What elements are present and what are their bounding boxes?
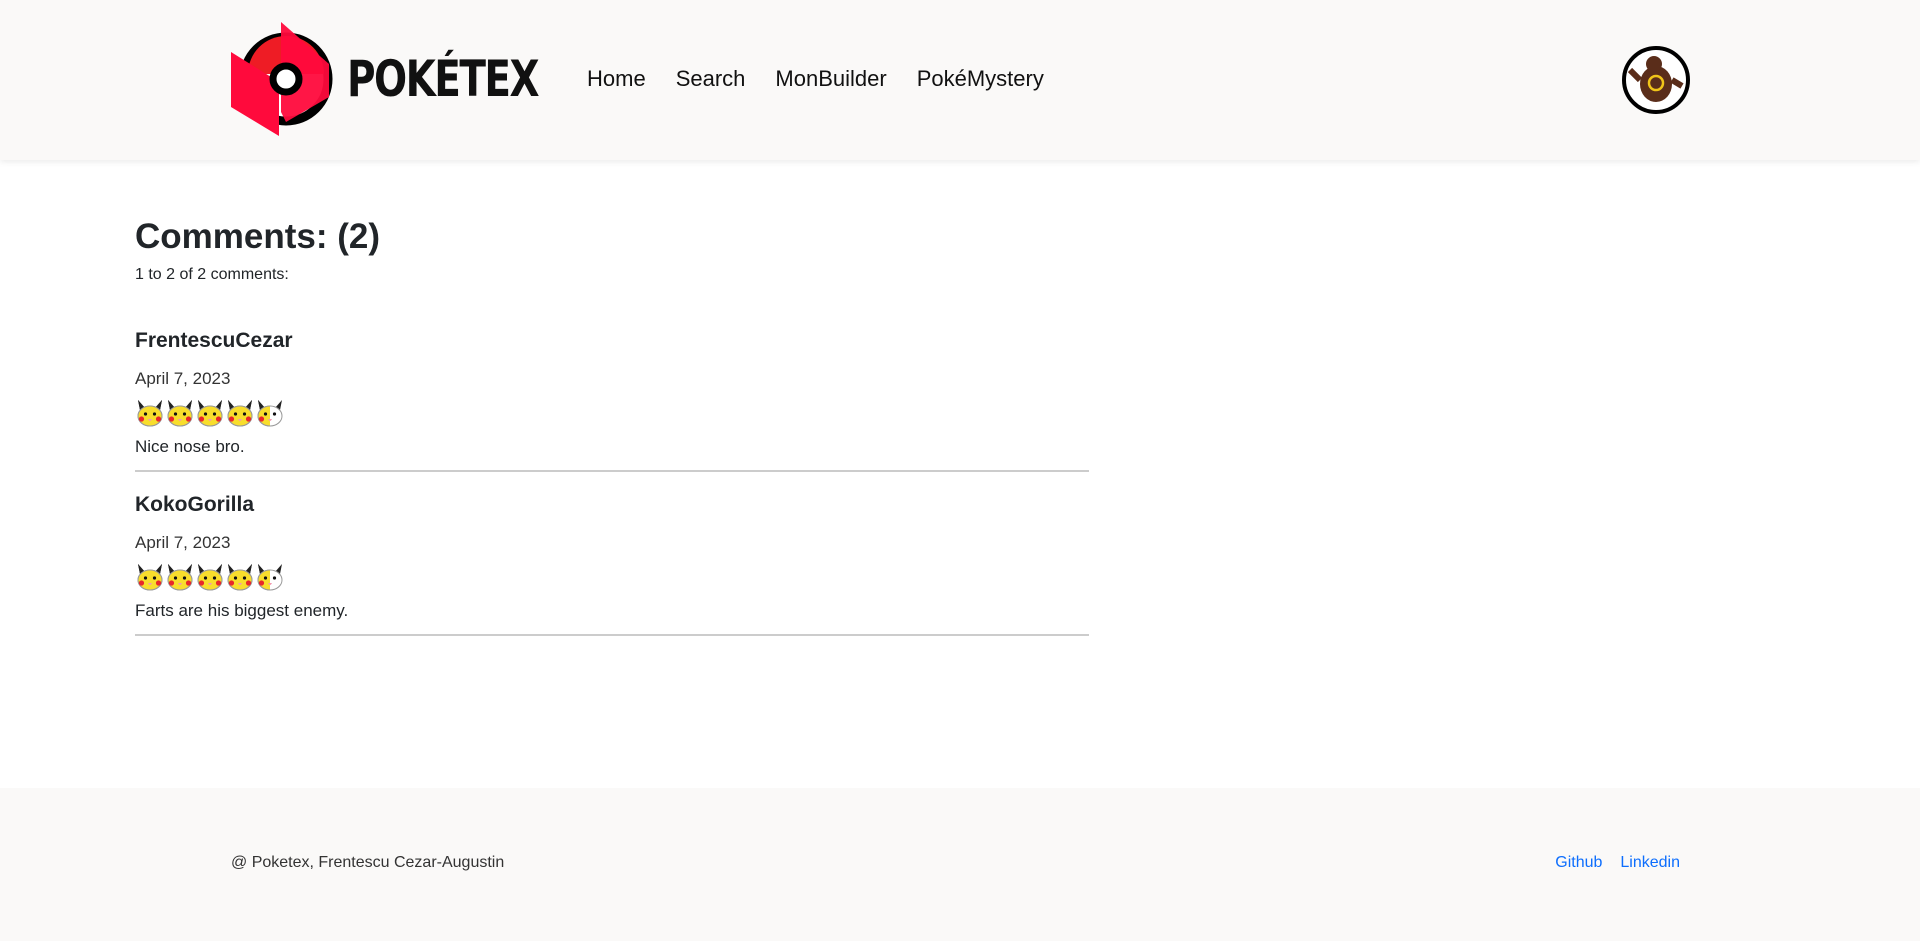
comment-item: FrentescuCezar April 7, 2023 Nice nose b… <box>135 326 1089 472</box>
page-title: Comments: (2) <box>135 217 381 256</box>
comment-date: April 7, 2023 <box>135 369 231 388</box>
comment-rating <box>135 398 1089 430</box>
pikachu-rating-icon <box>165 562 195 592</box>
comment-item: KokoGorilla April 7, 2023 Farts are his … <box>135 490 1089 636</box>
pikachu-rating-icon <box>225 398 255 428</box>
ursaring-avatar-icon <box>1627 56 1684 102</box>
comment-text: Farts are his biggest enemy. <box>135 601 349 620</box>
comment-text: Nice nose bro. <box>135 437 245 456</box>
comments-section: Comments: (2) 1 to 2 of 2 comments: Fren… <box>135 212 1089 654</box>
comment-date: April 7, 2023 <box>135 533 231 552</box>
pikachu-rating-icon <box>255 398 285 428</box>
linkedin-link[interactable]: Linkedin <box>1620 854 1680 872</box>
comment-rating <box>135 562 1089 594</box>
pikachu-rating-icon <box>225 562 255 592</box>
footer: @ Poketex, Frentescu Cezar-Augustin Gith… <box>0 788 1920 941</box>
copyright: @ Poketex, Frentescu Cezar-Augustin <box>231 854 505 871</box>
comments-summary: 1 to 2 of 2 comments: <box>135 266 289 283</box>
pikachu-rating-icon <box>255 562 285 592</box>
pikachu-rating-icon <box>135 398 165 428</box>
main-nav: Home Search MonBuilder PokéMystery <box>587 66 1044 92</box>
user-avatar[interactable] <box>1622 46 1690 114</box>
brand-name: POKÉTEX <box>347 50 540 108</box>
pikachu-rating-icon <box>195 562 225 592</box>
nav-search[interactable]: Search <box>676 66 746 92</box>
comment-author: FrentescuCezar <box>135 329 293 352</box>
nav-pokemystery[interactable]: PokéMystery <box>917 66 1044 92</box>
github-link[interactable]: Github <box>1555 854 1602 872</box>
brand-logo[interactable]: POKÉTEX <box>231 22 592 136</box>
nav-monbuilder[interactable]: MonBuilder <box>775 66 886 92</box>
nav-home[interactable]: Home <box>587 66 646 92</box>
top-navbar: POKÉTEX Home Search MonBuilder PokéMyste… <box>0 0 1920 160</box>
pokeball-logo-icon <box>231 22 333 136</box>
comment-author: KokoGorilla <box>135 493 255 516</box>
pikachu-rating-icon <box>165 398 195 428</box>
pikachu-rating-icon <box>195 398 225 428</box>
pikachu-rating-icon <box>135 562 165 592</box>
